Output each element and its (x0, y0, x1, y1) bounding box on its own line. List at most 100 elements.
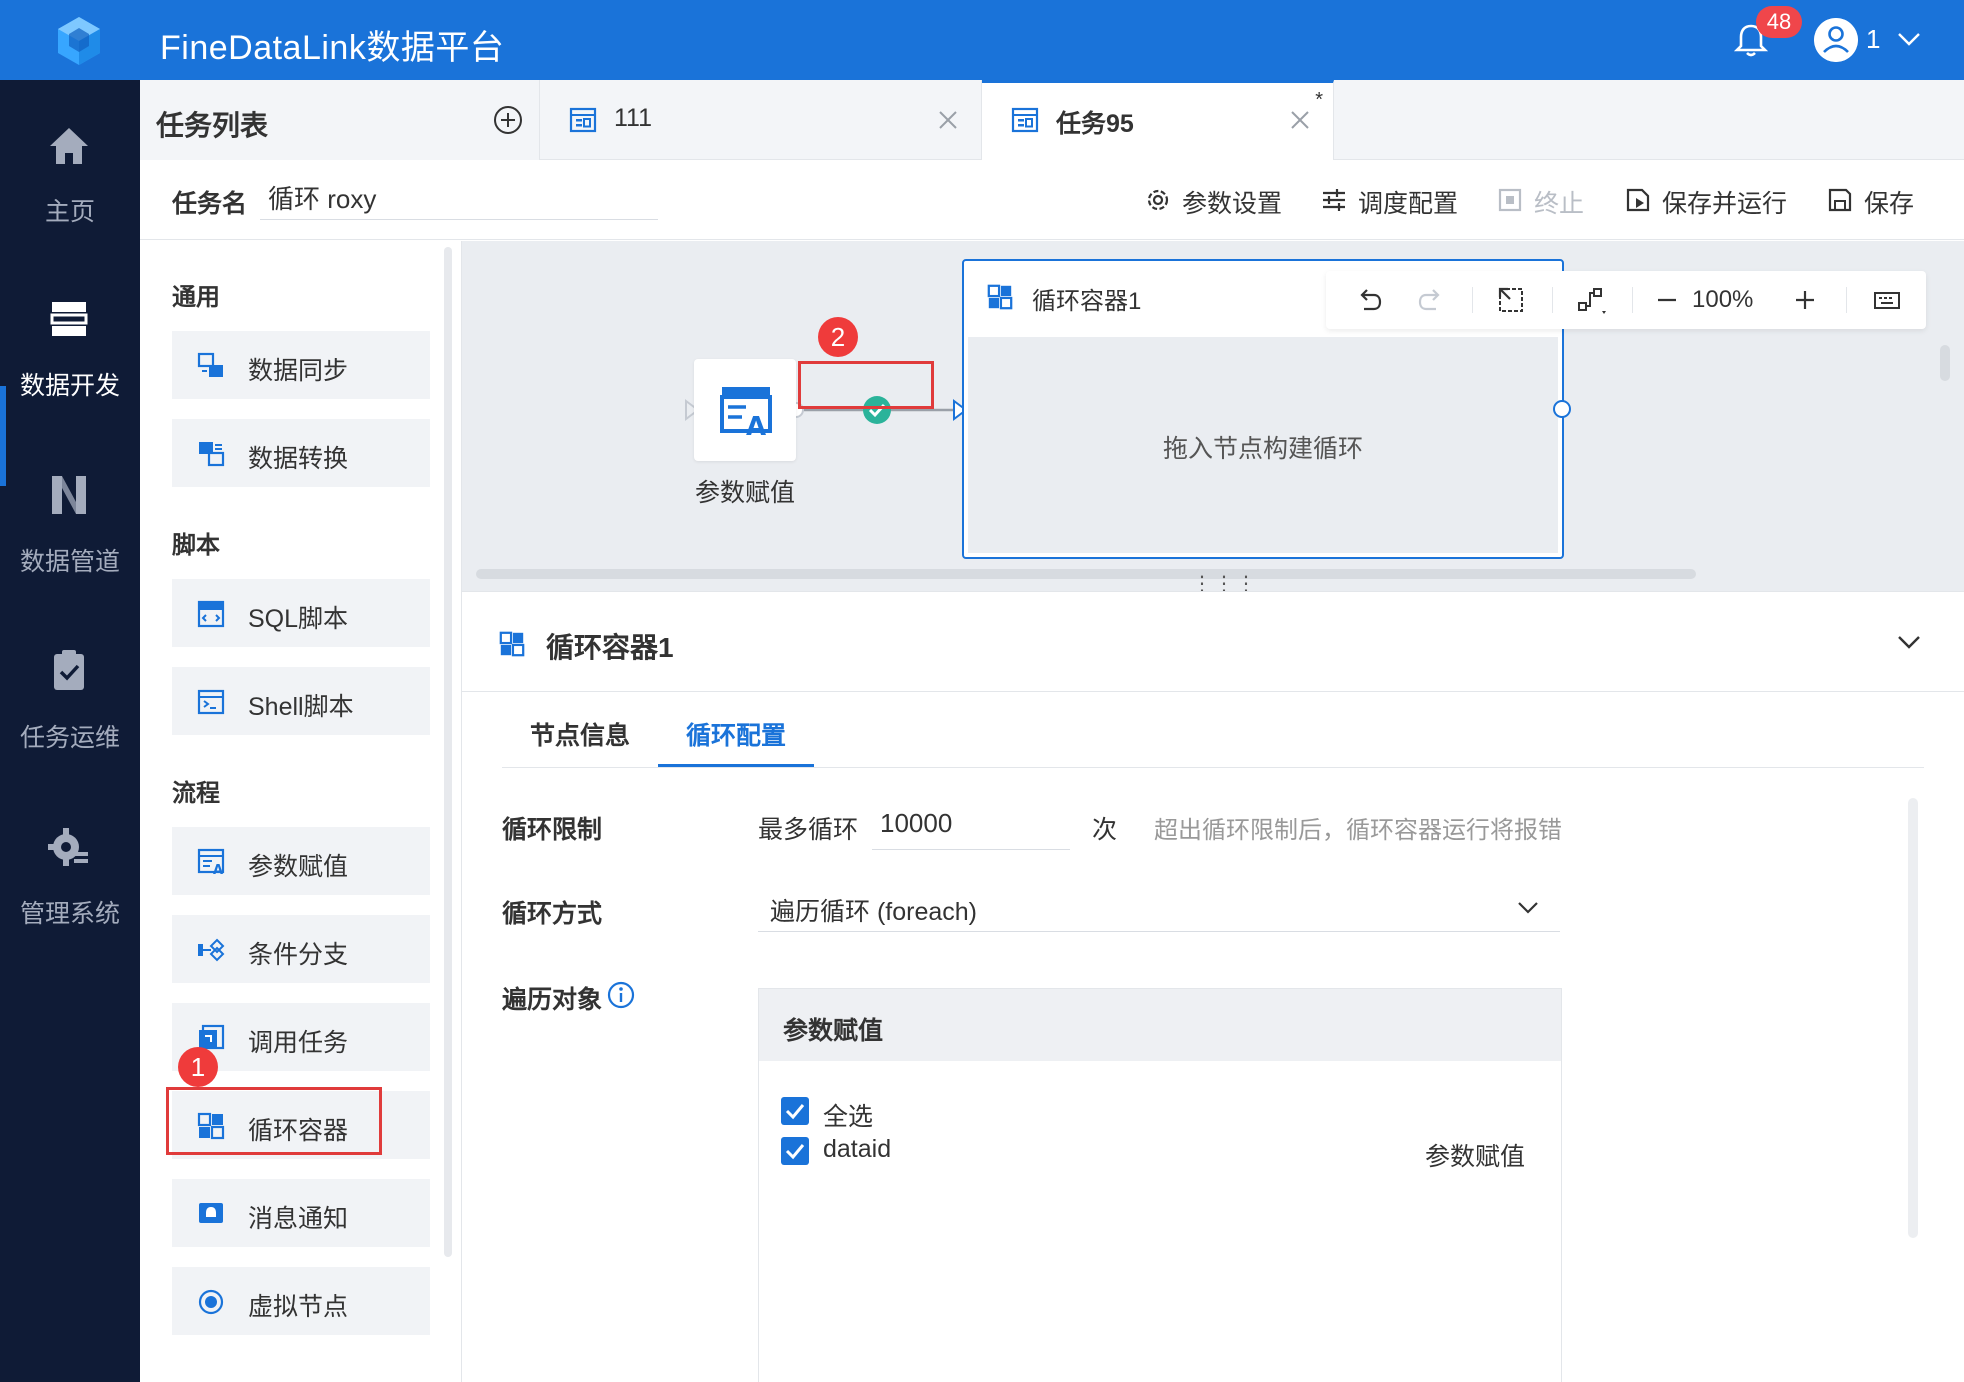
toolbar-label: 调度配置 (1358, 190, 1459, 218)
node-item-label: SQL脚本 (248, 605, 349, 633)
user-name[interactable]: 1 (1866, 24, 1880, 55)
select-all-checkbox[interactable] (781, 1097, 809, 1125)
message-icon (199, 1203, 223, 1223)
tab-111[interactable]: 111 (540, 80, 982, 160)
gear-icon (48, 828, 88, 866)
loop-container-icon (987, 284, 1013, 310)
nav-label: 主页 (44, 198, 95, 226)
toolbar-separator (1472, 287, 1473, 313)
tab-task95[interactable]: 任务95 * (982, 80, 1334, 160)
active-tab-indicator (658, 764, 814, 767)
properties-header: 循环容器1 (462, 592, 1964, 692)
nav-item-admin[interactable]: 管理系统 (0, 784, 140, 964)
param-assign-icon: A (720, 387, 772, 437)
node-item-data-transform[interactable]: 数据转换 (172, 419, 430, 487)
keyboard-icon[interactable] (1872, 285, 1902, 315)
select-all-label: 全选 (823, 1103, 874, 1131)
clipboard-check-icon (54, 650, 84, 690)
iterate-object-label: 遍历对象 (502, 986, 603, 1014)
tab-loop-config[interactable]: 循环配置 (686, 716, 786, 752)
nav-label: 管理系统 (19, 900, 120, 928)
max-loop-input[interactable] (872, 798, 1070, 850)
output-port-icon[interactable] (1552, 399, 1572, 419)
zoom-in-icon[interactable] (1790, 285, 1820, 315)
info-icon[interactable] (606, 980, 636, 1010)
container-hint: 拖入节点构建循环 (1162, 435, 1363, 463)
section-title-general: 通用 (172, 284, 220, 311)
node-item-label: 数据同步 (248, 357, 349, 385)
sliders-icon (1323, 189, 1345, 211)
node-item-sql-script[interactable]: SQL脚本 (172, 579, 430, 647)
branch-icon (198, 938, 225, 962)
virtual-node-icon (198, 1289, 224, 1315)
fdl-logo-icon (58, 17, 100, 65)
times-unit-label: 次 (1092, 816, 1118, 844)
node-item-virtual-node[interactable]: 虚拟节点 (172, 1267, 430, 1335)
param-assign-icon: A (197, 848, 225, 877)
object-panel-header: 参数赋值 (759, 989, 1561, 1061)
data-transform-icon (199, 442, 225, 467)
properties-scrollbar[interactable] (1908, 798, 1918, 1238)
node-item-label: 消息通知 (248, 1205, 349, 1233)
loop-limit-hint: 超出循环限制后，循环容器运行将报错 (1154, 817, 1562, 844)
tab-node-info[interactable]: 节点信息 (530, 716, 630, 752)
chevron-down-icon[interactable] (1896, 30, 1922, 48)
task-header-row: 任务名 参数设置 调度配置 终止 保存并运行 (140, 160, 1964, 240)
loop-method-select[interactable]: 遍历循环 (foreach) (758, 882, 1560, 932)
toolbar-label: 保存并运行 (1662, 190, 1788, 218)
fit-view-icon[interactable] (1496, 285, 1526, 315)
close-icon[interactable] (936, 108, 960, 132)
canvas-vertical-scrollbar[interactable] (1940, 345, 1950, 381)
check-icon (785, 1144, 805, 1160)
container-drop-zone[interactable]: 拖入节点构建循环 (968, 337, 1558, 553)
node-item-shell-script[interactable]: Shell脚本 (172, 667, 430, 735)
node-item-condition-branch[interactable]: 条件分支 (172, 915, 430, 983)
user-avatar-icon[interactable] (1814, 18, 1858, 62)
canvas-toolbar: 100% (1326, 271, 1926, 329)
iterate-object-panel: 参数赋值 全选 dataid 参数赋值 (758, 988, 1562, 1382)
layout-icon[interactable] (1576, 285, 1606, 315)
unsaved-mark: * (1315, 89, 1323, 111)
task-name-label: 任务名 (172, 190, 248, 218)
tabs-divider (502, 767, 1924, 768)
task-list-title: 任务列表 (156, 110, 269, 141)
chevron-down-icon[interactable] (1894, 630, 1924, 654)
palette-scrollbar[interactable] (444, 247, 452, 1257)
toolbar-label: 保存 (1864, 190, 1915, 218)
nav-item-home[interactable]: 主页 (0, 80, 140, 260)
node-item-param-assign[interactable]: A 参数赋值 (172, 827, 430, 895)
add-task-icon[interactable] (492, 104, 524, 136)
node-item-message-notify[interactable]: 消息通知 (172, 1179, 430, 1247)
svg-text:A: A (746, 412, 766, 437)
dataid-checkbox[interactable] (781, 1137, 809, 1165)
flow-canvas[interactable]: A 参数赋值 循环容器1 拖入节点构建循环 100% ⋮⋮⋮ 2 (462, 241, 1964, 595)
toolbar-label: 终止 (1534, 190, 1585, 218)
toolbar-separator (1552, 287, 1553, 313)
shell-script-icon (197, 689, 225, 715)
section-title-flow: 流程 (172, 780, 220, 807)
close-icon[interactable] (1288, 108, 1312, 132)
zoom-out-icon[interactable] (1652, 285, 1682, 315)
nav-item-ops[interactable]: 任务运维 (0, 608, 140, 788)
loop-limit-label: 循环限制 (502, 816, 603, 844)
nav-item-pipeline[interactable]: 数据管道 (0, 432, 140, 612)
app-title: FineDataLink数据平台 (160, 29, 505, 67)
home-icon (50, 128, 88, 164)
toolbar-label: 参数设置 (1182, 190, 1283, 218)
canvas-node-param-assign[interactable]: A (694, 359, 796, 461)
chevron-down-icon (1518, 902, 1538, 914)
data-sync-icon (197, 352, 223, 377)
undo-icon[interactable] (1354, 285, 1384, 315)
task-name-input[interactable] (260, 176, 658, 220)
callout-2: 2 (818, 317, 858, 357)
task-list-header: 任务列表 (140, 80, 540, 160)
nav-item-data-dev[interactable]: 数据开发 (0, 256, 140, 486)
node-item-data-sync[interactable]: 数据同步 (172, 331, 430, 399)
callout-1: 1 (178, 1047, 218, 1087)
gear-icon (1147, 189, 1169, 211)
properties-panel: 循环容器1 节点信息 循环配置 循环限制 最多循环 次 超出循环限制后，循环容器… (462, 591, 1964, 1382)
toolbar-separator (1632, 287, 1633, 313)
nav-label: 数据开发 (19, 372, 120, 400)
redo-icon[interactable] (1416, 285, 1446, 315)
canvas-horizontal-scrollbar[interactable] (476, 569, 1696, 579)
